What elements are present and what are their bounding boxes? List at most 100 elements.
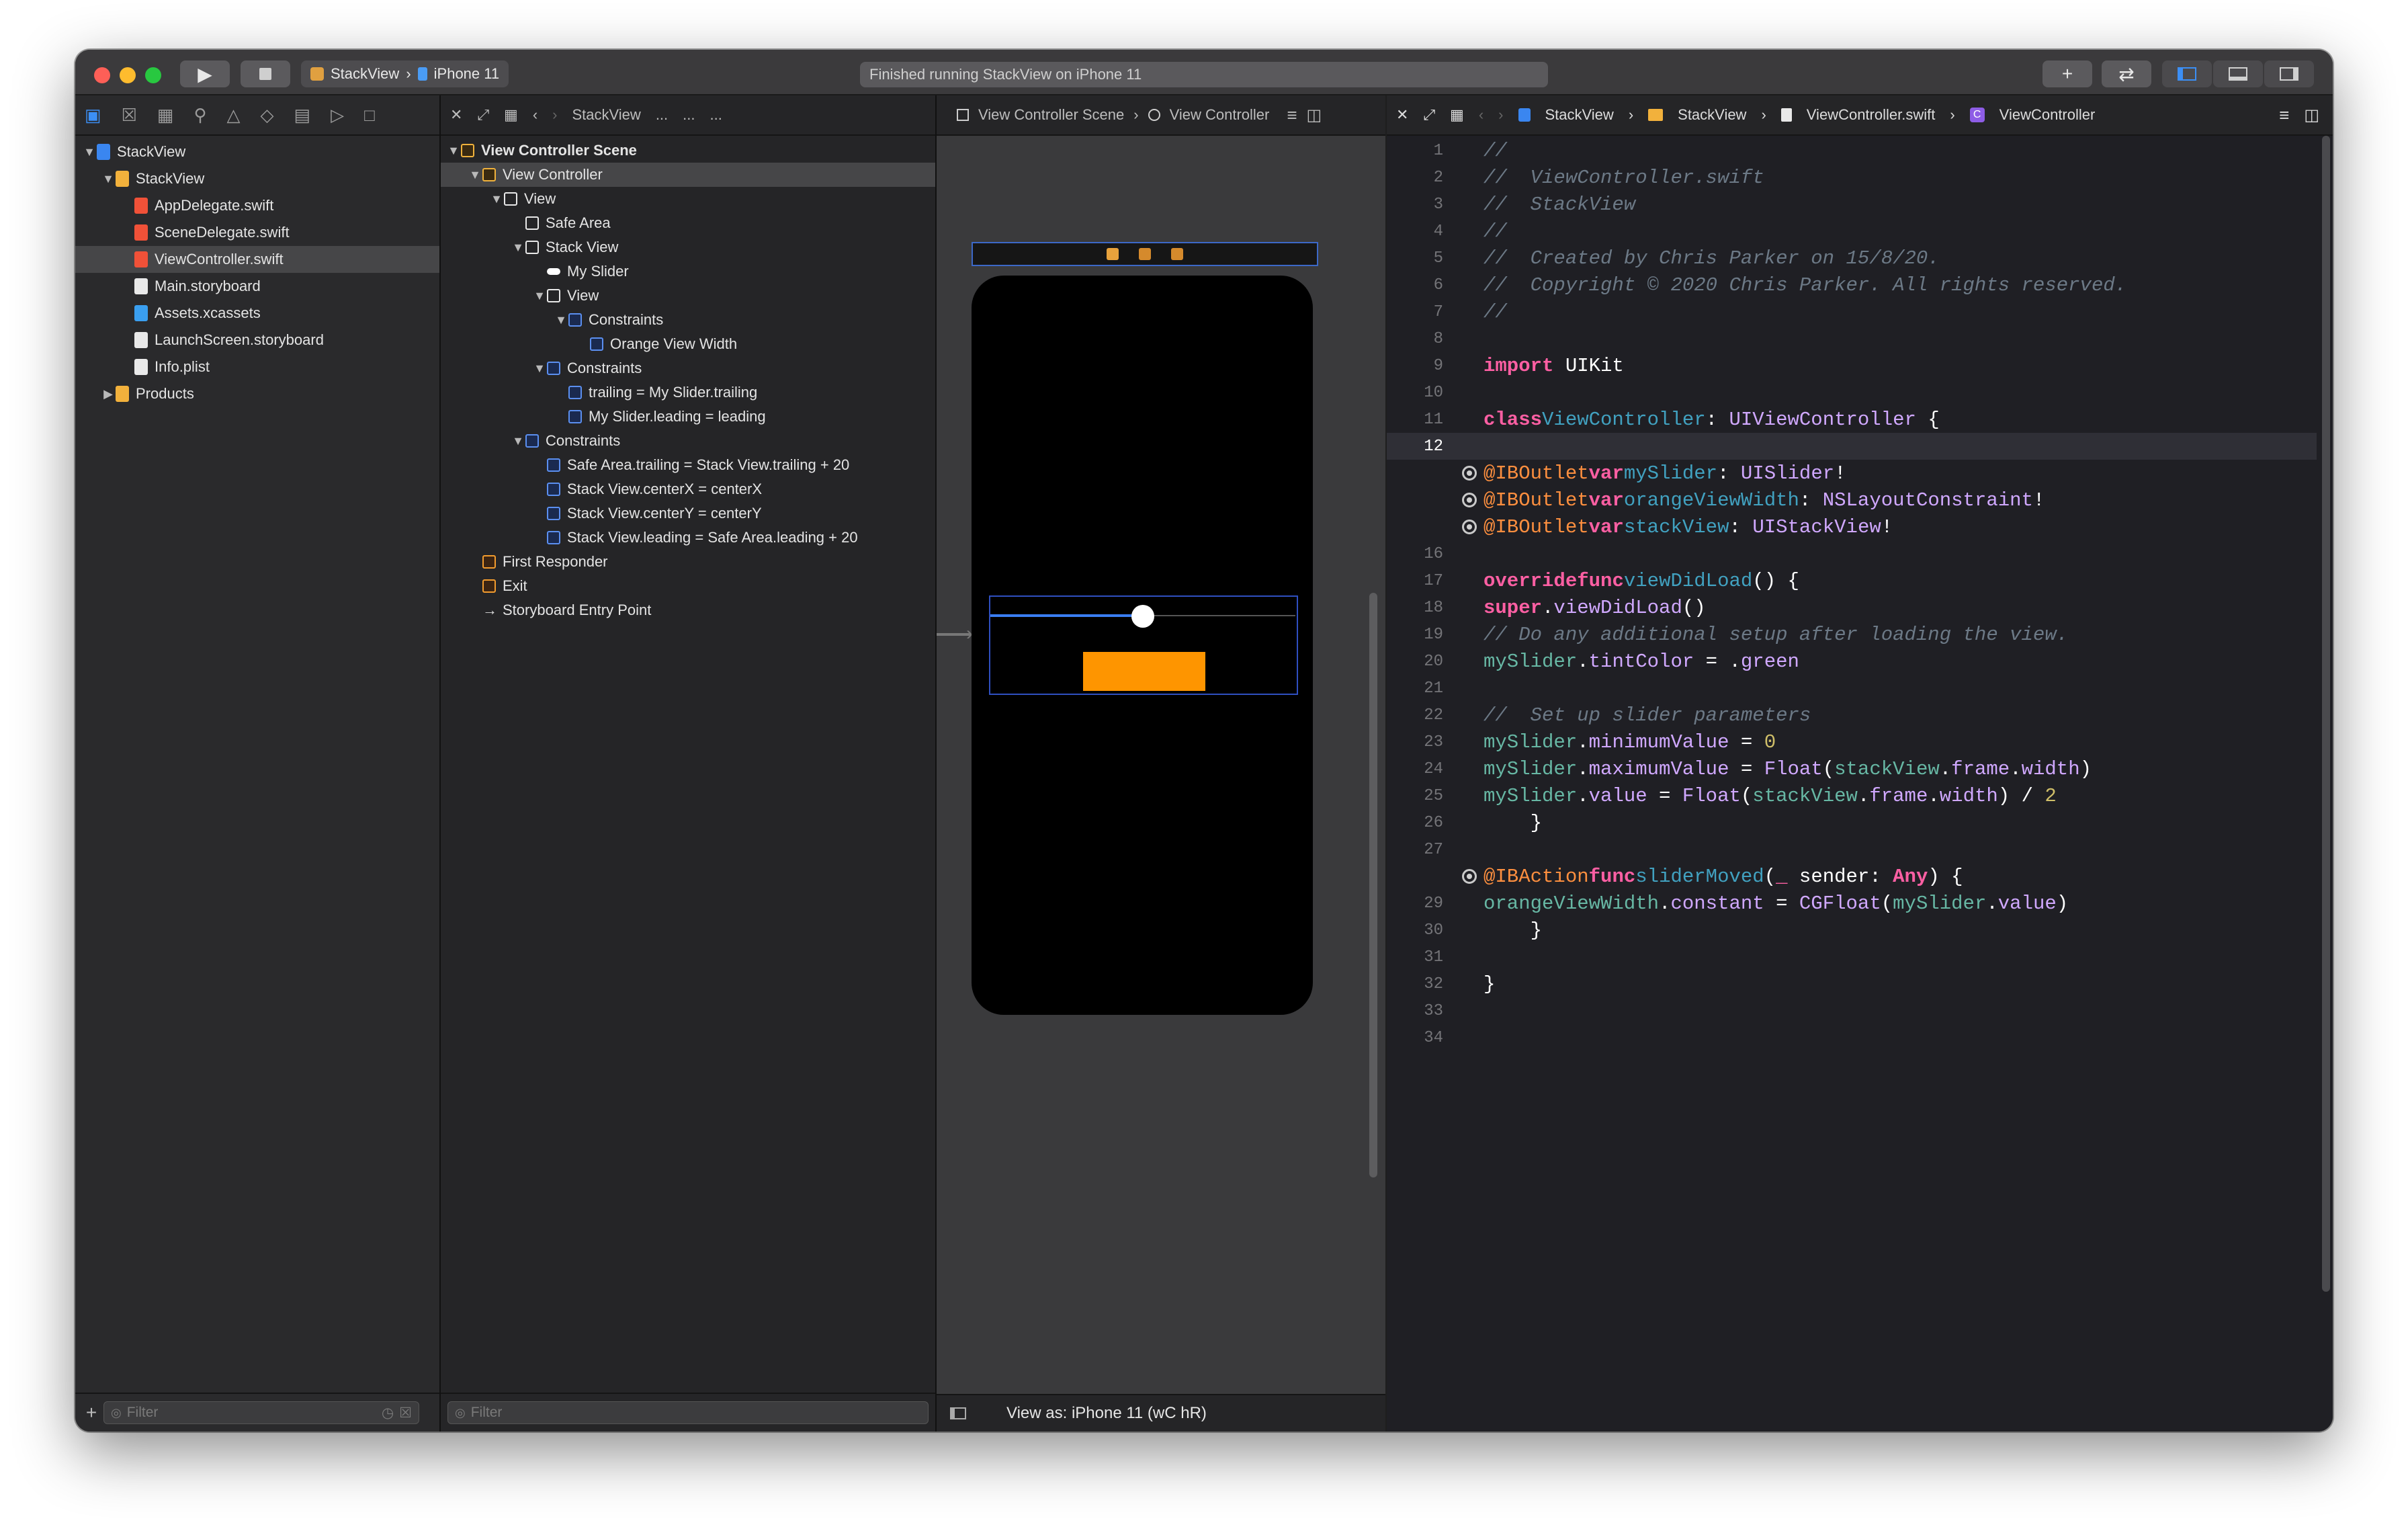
outline-filter-field[interactable]: ◎ Filter [447,1401,929,1424]
navigator-item[interactable]: Assets.xcassets [75,300,439,327]
related-items-icon[interactable]: ▦ [504,106,518,124]
disclosure-triangle-icon[interactable]: ▼ [468,168,482,182]
toggle-debug-area-button[interactable] [2213,60,2263,87]
code-area[interactable]: 1// 2// ViewController.swift 3// StackVi… [1387,136,2323,1432]
outline-item[interactable]: ▼ Constraints [441,356,935,380]
editor-vertical-scrollbar[interactable] [2322,136,2330,1292]
breadcrumb-project[interactable]: StackView [1545,106,1614,124]
breadcrumb-view-controller[interactable]: View Controller [1170,106,1270,124]
outline-item[interactable]: Stack View.centerX = centerX [441,477,935,501]
outline-item[interactable]: Stack View.leading = Safe Area.leading +… [441,526,935,550]
expand-icon[interactable]: ⤢ [1423,106,1435,124]
breadcrumb-folder[interactable]: StackView [1678,106,1746,124]
related-items-icon[interactable]: ▦ [1450,106,1464,124]
stack-view[interactable] [989,595,1298,695]
navigator-item[interactable]: ▶ Products [75,380,439,407]
navigator-item[interactable]: ▼ StackView [75,165,439,192]
outline-item[interactable]: My Slider [441,259,935,284]
interface-builder-canvas[interactable]: View Controller Scene › View Controller … [937,95,1385,1432]
close-editor-icon[interactable]: ✕ [1396,106,1408,124]
outline-item[interactable]: ▼ View [441,187,935,211]
add-editor-icon[interactable]: ◫ [2304,106,2319,125]
disclosure-triangle-icon[interactable]: ▶ [101,387,116,401]
outline-item[interactable]: Exit [441,574,935,598]
add-file-icon[interactable]: + [79,1402,103,1423]
navigator-item[interactable]: AppDelegate.swift [75,192,439,219]
outline-item[interactable]: ▼ View Controller Scene [441,138,935,163]
slider-max-track[interactable] [1142,615,1295,616]
view-controller-icon[interactable] [1107,248,1119,260]
device-frame[interactable] [972,276,1313,1015]
add-editor-icon[interactable]: ◫ [1307,106,1322,125]
disclosure-triangle-icon[interactable]: ▼ [82,145,97,159]
run-button[interactable]: ▶ [180,60,230,87]
close-editor-icon[interactable]: ✕ [450,106,462,124]
back-icon[interactable]: ‹ [533,106,538,124]
navigator-filter-field[interactable]: ◎ Filter ◷ ☒ [103,1401,419,1424]
breakpoint-icon[interactable]: ▷ [331,105,344,126]
outline-item[interactable]: First Responder [441,550,935,574]
outline-item[interactable]: Safe Area [441,211,935,235]
disclosure-triangle-icon[interactable]: ▼ [511,434,525,448]
debug-icon[interactable]: ▤ [294,105,311,126]
toggle-navigator-button[interactable] [2162,60,2212,87]
expand-icon[interactable]: ⤢ [477,106,489,124]
disclosure-triangle-icon[interactable]: ▼ [511,241,525,255]
outline-item[interactable]: My Slider.leading = leading [441,405,935,429]
toggle-outline-icon[interactable] [950,1407,966,1419]
first-responder-icon[interactable] [1139,248,1151,260]
slider-thumb[interactable] [1131,605,1154,628]
zoom-window-button[interactable] [145,67,161,83]
orange-view[interactable] [1083,652,1205,691]
outline-item[interactable]: ▼ View [441,284,935,308]
breadcrumb-more[interactable]: ... [710,106,722,124]
breadcrumb-file[interactable]: ... [683,106,695,124]
exit-icon[interactable] [1171,248,1183,260]
action-connection-icon[interactable] [1462,869,1477,884]
outline-item[interactable]: trailing = My Slider.trailing [441,380,935,405]
editor-options-icon[interactable]: ≡ [1287,105,1297,126]
test-icon[interactable]: ◇ [261,105,274,126]
report-icon[interactable]: □ [364,105,375,126]
disclosure-triangle-icon[interactable]: ▼ [554,313,568,327]
stop-button[interactable] [241,60,290,87]
forward-icon[interactable]: › [1498,106,1503,124]
breadcrumb-folder[interactable]: ... [656,106,668,124]
folder-icon[interactable]: ▣ [85,105,101,126]
canvas-vertical-scrollbar[interactable] [1369,593,1377,1177]
scm-filter-icon[interactable]: ☒ [399,1405,412,1421]
navigator-item[interactable]: SceneDelegate.swift [75,219,439,246]
navigator-item[interactable]: Info.plist [75,354,439,380]
source-editor[interactable]: ✕ ⤢ ▦ ‹ › StackView › StackView › ViewCo… [1387,95,2333,1432]
breadcrumb-symbol[interactable]: ViewController [2000,106,2096,124]
device-config-button[interactable]: View as: iPhone 11 (wC hR) [1006,1404,1207,1423]
disclosure-triangle-icon[interactable]: ▼ [532,289,547,303]
slider-min-track[interactable] [990,614,1142,617]
symbol-icon[interactable]: ▦ [157,105,174,126]
storyboard-entry-arrow[interactable]: › [937,624,973,644]
navigator-item[interactable]: ▼ StackView [75,138,439,165]
editor-options-icon[interactable]: ≡ [2279,105,2289,126]
outlet-connection-icon[interactable] [1462,466,1477,481]
outline-item[interactable]: → Storyboard Entry Point [441,598,935,622]
outline-item[interactable]: ▼ Stack View [441,235,935,259]
breadcrumb-file[interactable]: ViewController.swift [1807,106,1936,124]
outline-item[interactable]: ▼ View Controller [441,163,935,187]
outline-item[interactable]: Orange View Width [441,332,935,356]
outlet-connection-icon[interactable] [1462,520,1477,534]
toggle-inspector-button[interactable] [2264,60,2314,87]
breadcrumb-scene[interactable]: View Controller Scene [978,106,1124,124]
outline-item[interactable]: Stack View.centerY = centerY [441,501,935,526]
navigator-item[interactable]: Main.storyboard [75,273,439,300]
back-icon[interactable]: ‹ [1479,106,1484,124]
close-window-button[interactable] [94,67,110,83]
disclosure-triangle-icon[interactable]: ▼ [532,362,547,376]
forward-icon[interactable]: › [552,106,557,124]
outline-item[interactable]: Safe Area.trailing = Stack View.trailing… [441,453,935,477]
disclosure-triangle-icon[interactable]: ▼ [101,172,116,186]
code-review-button[interactable]: ⇄ [2102,60,2151,87]
minimize-window-button[interactable] [120,67,136,83]
issue-icon[interactable]: △ [227,105,241,126]
library-button[interactable]: + [2042,60,2092,87]
scene-dock[interactable] [972,242,1318,266]
